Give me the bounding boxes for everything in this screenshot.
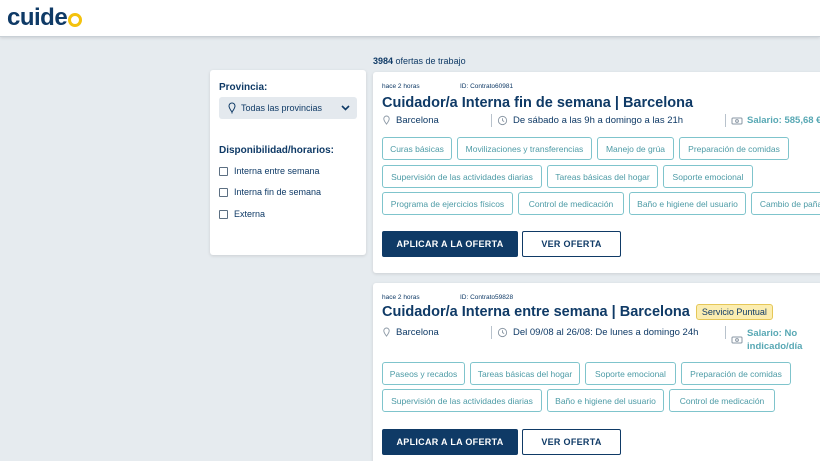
chevron-down-icon	[341, 105, 350, 111]
divider	[491, 326, 492, 339]
offer-location-text: Barcelona	[396, 327, 439, 338]
skill-tag: Control de medicación	[669, 389, 775, 412]
skill-tag: Cambio de pañal	[751, 192, 820, 215]
offer-posted-time: hace 2 horas	[382, 294, 420, 301]
results-count: 3984 ofertas de trabajo	[373, 56, 466, 66]
checkbox[interactable]	[219, 187, 228, 197]
results-count-number: 3984	[373, 56, 394, 66]
skill-tag: Baño e higiene del usuario	[547, 389, 664, 412]
cuideo-logo[interactable]: cuide	[7, 4, 83, 32]
apply-offer-button[interactable]: APLICAR A LA OFERTA	[382, 231, 518, 257]
results-count-suffix: ofertas de trabajo	[393, 56, 466, 66]
location-pin-icon	[383, 327, 390, 337]
location-pin-icon	[228, 102, 236, 114]
offer-location-text: Barcelona	[396, 115, 439, 126]
skill-tag: Curas básicas	[382, 137, 452, 160]
offer-schedule-text: De sábado a las 9h a domingo a las 21h	[513, 115, 684, 126]
skill-tag: Control de medicación	[518, 192, 624, 215]
province-select-value: Todas las provincias	[241, 103, 323, 113]
offer-salary-text: Salario: No indicado/día	[747, 328, 803, 352]
checkbox[interactable]	[219, 209, 228, 219]
skill-tag: Programa de ejercicios físicos	[382, 192, 513, 215]
offer-title-text: Cuidador/a Interna fin de semana | Barce…	[382, 95, 694, 111]
skill-tag: Tareas básicas del hogar	[470, 362, 580, 385]
offer-title-text: Cuidador/a Interna entre semana | Barcel…	[382, 304, 690, 320]
clock-icon	[497, 115, 508, 126]
offer-title[interactable]: Cuidador/a Interna fin de semana | Barce…	[382, 95, 693, 111]
offer-id: ID: Contrato59828	[460, 294, 514, 301]
skill-tag: Manejo de grúa	[597, 137, 674, 160]
logo-ring-icon	[68, 12, 83, 27]
logo-text: cuide	[7, 4, 68, 31]
availability-label: Disponibilidad/horarios:	[219, 145, 335, 156]
service-type-badge: Servicio Puntual	[695, 304, 773, 320]
divider	[725, 114, 726, 127]
view-offer-button[interactable]: VER OFERTA	[522, 429, 621, 455]
offer-schedule: Del 09/08 al 26/08: De lunes a domingo 2…	[497, 327, 698, 338]
skill-tag: Paseos y recados	[382, 362, 465, 385]
offer-title[interactable]: Cuidador/a Interna entre semana | Barcel…	[382, 304, 773, 320]
apply-offer-button[interactable]: APLICAR A LA OFERTA	[382, 429, 518, 455]
checkbox-label: Externa	[234, 209, 266, 219]
divider	[725, 326, 726, 339]
availability-option-externa[interactable]: Externa	[219, 209, 265, 219]
skill-tag: Preparación de comidas	[679, 137, 789, 160]
availability-option-interna-fin-de-semana[interactable]: Interna fin de semana	[219, 187, 321, 197]
province-label: Provincia:	[219, 82, 268, 93]
skill-tag: Supervisión de las actividades diarias	[382, 165, 542, 188]
offer-salary: Salario: 585,68 €	[731, 115, 820, 126]
offer-card: hace 2 horas ID: Contrato59828 Cuidador/…	[373, 283, 820, 461]
skill-tag: Preparación de comidas	[681, 362, 791, 385]
offer-salary-text: Salario: 585,68 €	[747, 115, 820, 126]
clock-icon	[497, 327, 508, 338]
money-icon	[731, 117, 743, 125]
skill-tag: Tareas básicas del hogar	[547, 165, 658, 188]
skill-tag: Soporte emocional	[585, 362, 676, 385]
offer-card: hace 2 horas ID: Contrato60981 Cuidador/…	[373, 72, 820, 273]
province-select[interactable]: Todas las provincias	[219, 97, 357, 119]
offer-salary: Salario: No indicado/día	[731, 327, 820, 353]
offer-posted-time: hace 2 horas	[382, 83, 420, 90]
money-icon	[731, 336, 743, 344]
view-offer-button[interactable]: VER OFERTA	[522, 231, 621, 257]
offer-id: ID: Contrato60981	[460, 83, 514, 90]
checkbox-label: Interna fin de semana	[234, 187, 322, 197]
skill-tag: Movilizaciones y transferencias	[457, 137, 592, 160]
top-header: cuide	[0, 0, 820, 37]
offer-schedule-text: Del 09/08 al 26/08: De lunes a domingo 2…	[513, 327, 699, 338]
checkbox-label: Interna entre semana	[234, 166, 320, 176]
checkbox[interactable]	[219, 166, 228, 176]
offer-schedule: De sábado a las 9h a domingo a las 21h	[497, 115, 683, 126]
filters-panel: Provincia: Todas las provincias Disponib…	[210, 70, 366, 255]
skill-tag: Baño e higiene del usuario	[629, 192, 746, 215]
skill-tag: Supervisión de las actividades diarias	[382, 389, 542, 412]
offer-location: Barcelona	[382, 327, 439, 338]
skill-tag: Soporte emocional	[663, 165, 753, 188]
availability-option-interna-entre-semana[interactable]: Interna entre semana	[219, 166, 320, 176]
location-pin-icon	[383, 115, 390, 125]
offer-location: Barcelona	[382, 115, 439, 126]
divider	[491, 114, 492, 127]
